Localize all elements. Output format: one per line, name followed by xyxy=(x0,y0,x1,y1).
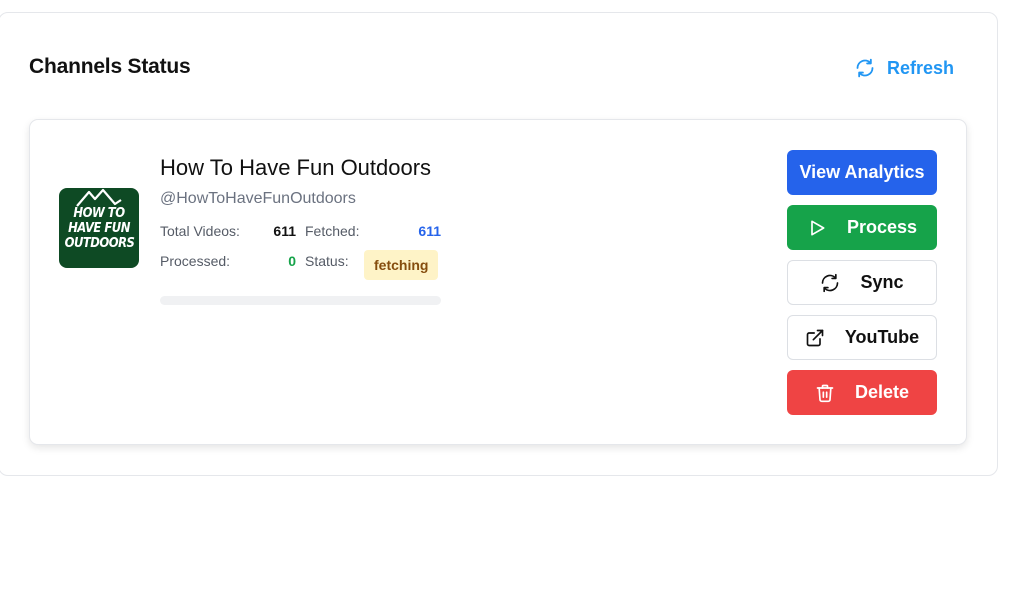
process-label: Process xyxy=(846,217,918,237)
youtube-label: YouTube xyxy=(844,327,920,347)
channel-name: How To Have Fun Outdoors xyxy=(160,155,432,180)
sync-button[interactable]: Sync xyxy=(787,260,937,305)
status-label: Status: xyxy=(305,253,349,269)
refresh-icon xyxy=(855,58,875,78)
fetched-value: 611 xyxy=(418,223,441,239)
channel-logo: HOW TO HAVE FUN OUTDOORS xyxy=(59,188,139,268)
total-videos-label: Total Videos: xyxy=(160,223,240,239)
view-analytics-label: View Analytics xyxy=(799,162,925,182)
youtube-button[interactable]: YouTube xyxy=(787,315,937,360)
refresh-label: Refresh xyxy=(887,57,955,78)
page-title: Channels Status xyxy=(29,55,191,78)
delete-button[interactable]: Delete xyxy=(787,370,937,415)
fetched-label: Fetched: xyxy=(305,223,360,239)
logo-lettering: HOW TO HAVE FUN OUTDOORS xyxy=(64,205,135,251)
processed-value: 0 xyxy=(288,253,296,269)
status-badge: fetching xyxy=(364,250,439,280)
progress-bar xyxy=(160,296,441,305)
process-button[interactable]: Process xyxy=(787,205,937,250)
channels-status-panel: Channels Status Refresh HOW TO HAVE FUN … xyxy=(0,12,998,476)
channel-handle: @HowToHaveFunOutdoors xyxy=(160,190,356,207)
channel-card: HOW TO HAVE FUN OUTDOORS How To Have Fun… xyxy=(29,119,967,445)
delete-label: Delete xyxy=(854,382,910,402)
processed-label: Processed: xyxy=(160,253,231,269)
refresh-button[interactable]: Refresh xyxy=(855,54,954,82)
total-videos-value: 611 xyxy=(273,223,296,239)
sync-icon xyxy=(820,273,840,293)
external-link-icon xyxy=(805,328,825,348)
trash-icon xyxy=(815,383,835,403)
sync-label: Sync xyxy=(860,272,904,292)
view-analytics-button[interactable]: View Analytics xyxy=(787,150,937,195)
play-icon xyxy=(807,218,827,238)
